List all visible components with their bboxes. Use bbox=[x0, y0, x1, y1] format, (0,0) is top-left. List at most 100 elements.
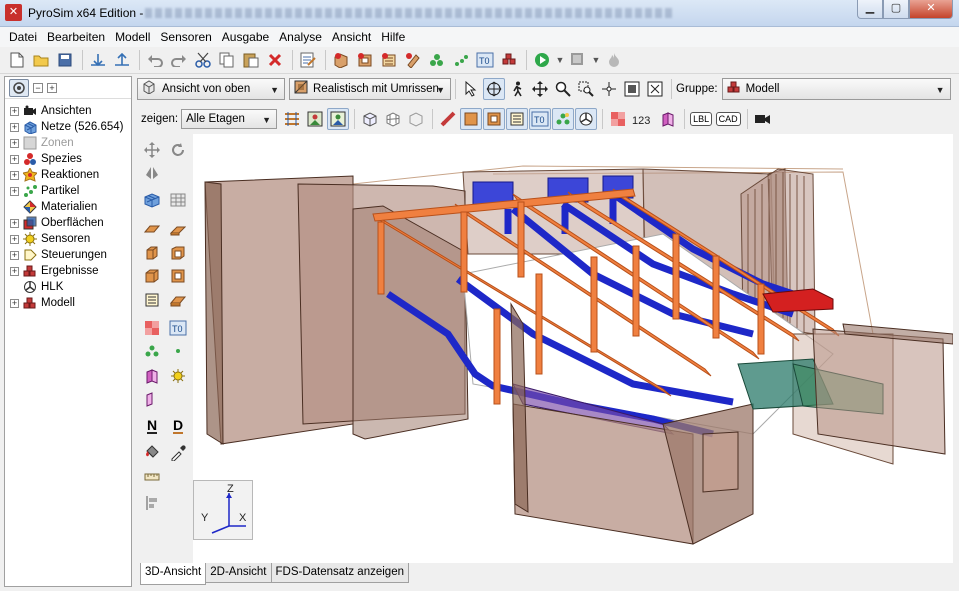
draw-surface-icon[interactable] bbox=[141, 365, 163, 387]
menu-datei[interactable]: Datei bbox=[4, 30, 42, 44]
menu-modell[interactable]: Modell bbox=[110, 30, 155, 44]
new-file-icon[interactable] bbox=[6, 49, 28, 71]
draw-wall-icon[interactable] bbox=[167, 218, 189, 240]
delete-icon[interactable] bbox=[264, 49, 286, 71]
menu-hilfe[interactable]: Hilfe bbox=[376, 30, 410, 44]
open-folder-icon[interactable] bbox=[30, 49, 52, 71]
show-slices-icon[interactable] bbox=[607, 108, 629, 130]
tree-item-materialien[interactable]: Materialien bbox=[5, 199, 131, 215]
show-obstructions-icon[interactable] bbox=[460, 108, 483, 130]
show-initial-conditions-icon[interactable]: T0 bbox=[529, 108, 552, 130]
draw-sensor-icon[interactable] bbox=[167, 365, 189, 387]
expand-toggle-icon[interactable]: + bbox=[10, 266, 19, 276]
tree-item-netze[interactable]: + Netze (526.654) bbox=[5, 119, 131, 135]
tree-item-partikel[interactable]: + Partikel bbox=[5, 183, 131, 199]
maximize-button[interactable]: ▢ bbox=[883, 0, 909, 19]
3d-viewport[interactable] bbox=[193, 134, 953, 563]
fit-model-icon[interactable] bbox=[644, 78, 666, 100]
new-spray-icon[interactable] bbox=[450, 49, 472, 71]
tree-item-steuerungen[interactable]: + Steuerungen bbox=[5, 247, 131, 263]
cad-toggle-button[interactable]: CAD bbox=[714, 108, 742, 130]
draw-point-icon[interactable] bbox=[167, 340, 189, 362]
tree-item-ansichten[interactable]: + Ansichten bbox=[5, 103, 131, 119]
zoom-tool-icon[interactable] bbox=[552, 78, 574, 100]
menu-analyse[interactable]: Analyse bbox=[274, 30, 327, 44]
walk-tool-icon[interactable] bbox=[506, 78, 528, 100]
new-obstruction-icon[interactable] bbox=[330, 49, 352, 71]
close-button[interactable]: ✕ bbox=[909, 0, 953, 19]
undo-icon[interactable] bbox=[144, 49, 166, 71]
mirror-mode-icon[interactable] bbox=[141, 162, 163, 184]
expand-toggle-icon[interactable]: + bbox=[10, 122, 19, 132]
run-dropdown-icon[interactable]: ▼ bbox=[555, 49, 565, 71]
menu-sensoren[interactable]: Sensoren bbox=[155, 30, 216, 44]
collapse-all-icon[interactable]: − bbox=[33, 82, 43, 93]
cut-icon[interactable] bbox=[192, 49, 214, 71]
draw-slab-icon[interactable] bbox=[141, 218, 163, 240]
pan-tool-icon[interactable] bbox=[529, 78, 551, 100]
tree-filter-icon[interactable] bbox=[9, 78, 29, 97]
draw-stair-icon[interactable] bbox=[167, 289, 189, 311]
show-hvac-nodes-icon[interactable] bbox=[575, 108, 598, 130]
show-numbers-icon[interactable]: 123 bbox=[630, 108, 656, 130]
run-simulation-icon[interactable] bbox=[531, 49, 553, 71]
select-pointer-icon[interactable] bbox=[460, 78, 482, 100]
render-mode-select[interactable]: Realistisch mit Umrissen ▼ bbox=[289, 77, 451, 100]
expand-toggle-icon[interactable]: + bbox=[10, 186, 19, 196]
show-vents-icon[interactable] bbox=[506, 108, 529, 130]
show-mesh-outline-icon[interactable] bbox=[405, 108, 427, 130]
draw-initial-condition-icon[interactable]: T0 bbox=[167, 317, 189, 339]
tab-3d-view[interactable]: 3D-Ansicht bbox=[140, 563, 207, 585]
expand-toggle-icon[interactable]: + bbox=[10, 250, 19, 260]
new-vent-icon[interactable] bbox=[378, 49, 400, 71]
menu-bearbeiten[interactable]: Bearbeiten bbox=[42, 30, 110, 44]
draw-panel-icon[interactable] bbox=[141, 388, 163, 410]
draw-room-block-icon[interactable] bbox=[141, 265, 163, 287]
initial-condition-icon[interactable]: T0 bbox=[474, 49, 496, 71]
new-hole-icon[interactable] bbox=[354, 49, 376, 71]
expand-toggle-icon[interactable]: + bbox=[10, 298, 19, 308]
new-group-icon[interactable] bbox=[498, 49, 520, 71]
expand-all-icon[interactable]: + bbox=[47, 82, 57, 93]
draw-hole-icon[interactable] bbox=[167, 265, 189, 287]
expand-toggle-icon[interactable]: + bbox=[10, 170, 19, 180]
tree-item-zonen[interactable]: + Zonen bbox=[5, 135, 131, 151]
paste-icon[interactable] bbox=[240, 49, 262, 71]
paint-bucket-icon[interactable] bbox=[141, 442, 163, 464]
dimension-tool-button[interactable]: D bbox=[167, 415, 189, 437]
measure-tool-icon[interactable] bbox=[141, 466, 163, 488]
menu-ausgabe[interactable]: Ausgabe bbox=[217, 30, 274, 44]
roam-tool-icon[interactable] bbox=[598, 78, 620, 100]
expand-toggle-icon[interactable]: + bbox=[10, 106, 19, 116]
results-dropdown-icon[interactable]: ▼ bbox=[591, 49, 601, 71]
normal-tool-button[interactable]: N bbox=[141, 415, 163, 437]
draw-room-icon[interactable] bbox=[167, 242, 189, 264]
new-particles-icon[interactable] bbox=[426, 49, 448, 71]
tree-item-ergebnisse[interactable]: + Ergebnisse bbox=[5, 263, 131, 279]
show-meshes-icon[interactable] bbox=[359, 108, 381, 130]
group-select[interactable]: Modell ▼ bbox=[721, 77, 951, 100]
show-surfaces-icon[interactable] bbox=[657, 108, 679, 130]
tab-2d-view[interactable]: 2D-Ansicht bbox=[205, 563, 272, 583]
zoom-region-icon[interactable] bbox=[575, 78, 597, 100]
edit-properties-icon[interactable] bbox=[297, 49, 319, 71]
tree-item-reaktionen[interactable]: + Reaktionen bbox=[5, 167, 131, 183]
fire-icon[interactable] bbox=[603, 49, 625, 71]
split-mesh-icon[interactable] bbox=[167, 189, 189, 211]
tree-item-oberflaechen[interactable]: + Oberflächen bbox=[5, 215, 131, 231]
fit-selection-icon[interactable] bbox=[621, 78, 643, 100]
expand-toggle-icon[interactable]: + bbox=[10, 154, 19, 164]
pan-mode-icon[interactable] bbox=[141, 139, 163, 161]
minimize-button[interactable]: ▁ bbox=[857, 0, 883, 19]
floors-config-icon[interactable] bbox=[281, 108, 303, 130]
tree-item-hlk[interactable]: HLK bbox=[5, 279, 131, 295]
rotate-mode-icon[interactable] bbox=[167, 139, 189, 161]
tab-fds-record[interactable]: FDS-Datensatz anzeigen bbox=[270, 563, 409, 583]
draw-vent-icon[interactable] bbox=[141, 289, 163, 311]
align-tool-icon[interactable] bbox=[141, 492, 163, 514]
draw-slice-icon[interactable] bbox=[141, 317, 163, 339]
eyedropper-icon[interactable] bbox=[167, 442, 189, 464]
show-hvac-icon[interactable] bbox=[437, 108, 459, 130]
copy-icon[interactable] bbox=[216, 49, 238, 71]
show-mesh-lines-icon[interactable] bbox=[382, 108, 404, 130]
